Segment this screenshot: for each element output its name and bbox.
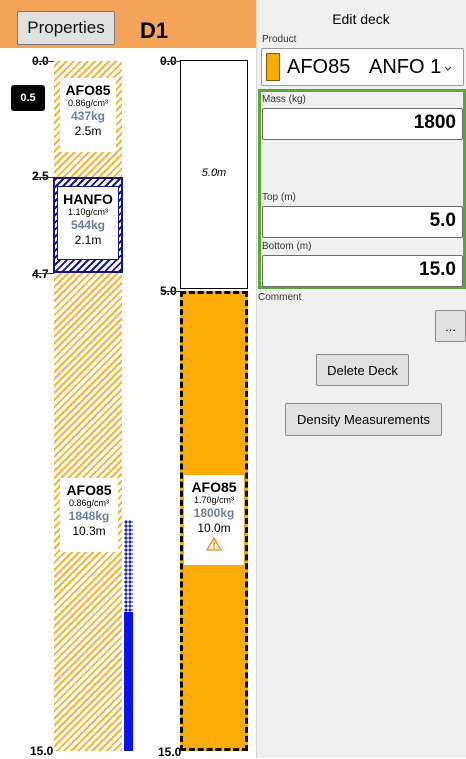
deck-length: 10.0m — [197, 521, 231, 535]
deck-mass: 437kg — [70, 109, 106, 123]
comment-more-button[interactable]: ... — [435, 310, 466, 342]
deck-label-card: HANFO 1.10g/cm³ 544kg 2.1m — [57, 186, 119, 260]
depth-tick — [162, 291, 180, 292]
mass-input[interactable]: 1800 — [262, 108, 463, 140]
depth-label-bottom: 15.0 — [30, 744, 54, 758]
product-dropdown[interactable]: AFO85 ANFO 1 — [261, 48, 464, 86]
delete-deck-button[interactable]: Delete Deck — [316, 354, 409, 386]
deck-label-card: AFO85 0.86g/cm³ 1848kg 10.3m — [60, 478, 118, 552]
product-type: ANFO 1 — [369, 56, 442, 78]
depth-label: 4.7 — [32, 267, 49, 281]
deck-product-name: AFO85 — [191, 479, 237, 495]
deck-mass: 544kg — [70, 218, 106, 232]
deck-label-card: AFO85 0.86g/cm³ 437kg 2.5m — [60, 78, 116, 152]
top-label: Top (m) — [262, 192, 296, 203]
depth-label-bottom: 15.0 — [158, 745, 182, 759]
water-indicator-dotted — [124, 520, 133, 612]
water-indicator-solid — [124, 612, 133, 751]
chevron-down-icon — [444, 66, 452, 71]
density-measurements-button[interactable]: Density Measurements — [285, 403, 442, 436]
deck-product-name: AFO85 — [66, 482, 112, 498]
water-level-badge: 0.5 — [11, 85, 45, 111]
product-label: Product — [262, 34, 297, 45]
deck-product-name: AFO85 — [65, 82, 111, 98]
product-name: AFO85 — [287, 56, 351, 78]
depth-tick — [34, 273, 54, 274]
deck-length: 2.1m — [74, 233, 102, 247]
warning-icon — [206, 537, 222, 551]
bottom-input[interactable]: 15.0 — [262, 255, 463, 287]
deck-density: 0.86g/cm³ — [68, 498, 110, 508]
deck-mass: 1800kg — [193, 506, 235, 520]
deck-length: 10.3m — [72, 524, 106, 538]
properties-button[interactable]: Properties — [17, 11, 115, 45]
hole-title: D1 — [140, 18, 169, 43]
panel-title: Edit deck — [332, 11, 390, 27]
deck-product-name: HANFO — [63, 191, 113, 207]
top-input[interactable]: 5.0 — [262, 206, 463, 238]
bottom-label: Bottom (m) — [262, 241, 312, 252]
deck-mass: 1848kg — [68, 509, 110, 523]
product-color-swatch — [266, 53, 280, 81]
deck-density: 0.86g/cm³ — [67, 98, 109, 108]
depth-tick — [162, 61, 180, 62]
stemming-length: 5.0m — [201, 167, 227, 179]
deck-length: 2.5m — [74, 124, 102, 138]
deck-label-card: AFO85 1.70g/cm³ 1800kg 10.0m — [184, 475, 244, 565]
depth-tick — [34, 177, 54, 178]
depth-tick — [34, 61, 54, 62]
comment-label: Comment — [258, 292, 302, 303]
stemming-segment[interactable]: 5.0m — [180, 60, 248, 289]
depth-label: 2.5 — [32, 169, 49, 183]
deck-density: 1.10g/cm³ — [67, 207, 109, 217]
mass-label: Mass (kg) — [262, 94, 306, 105]
deck-density: 1.70g/cm³ — [193, 495, 235, 505]
